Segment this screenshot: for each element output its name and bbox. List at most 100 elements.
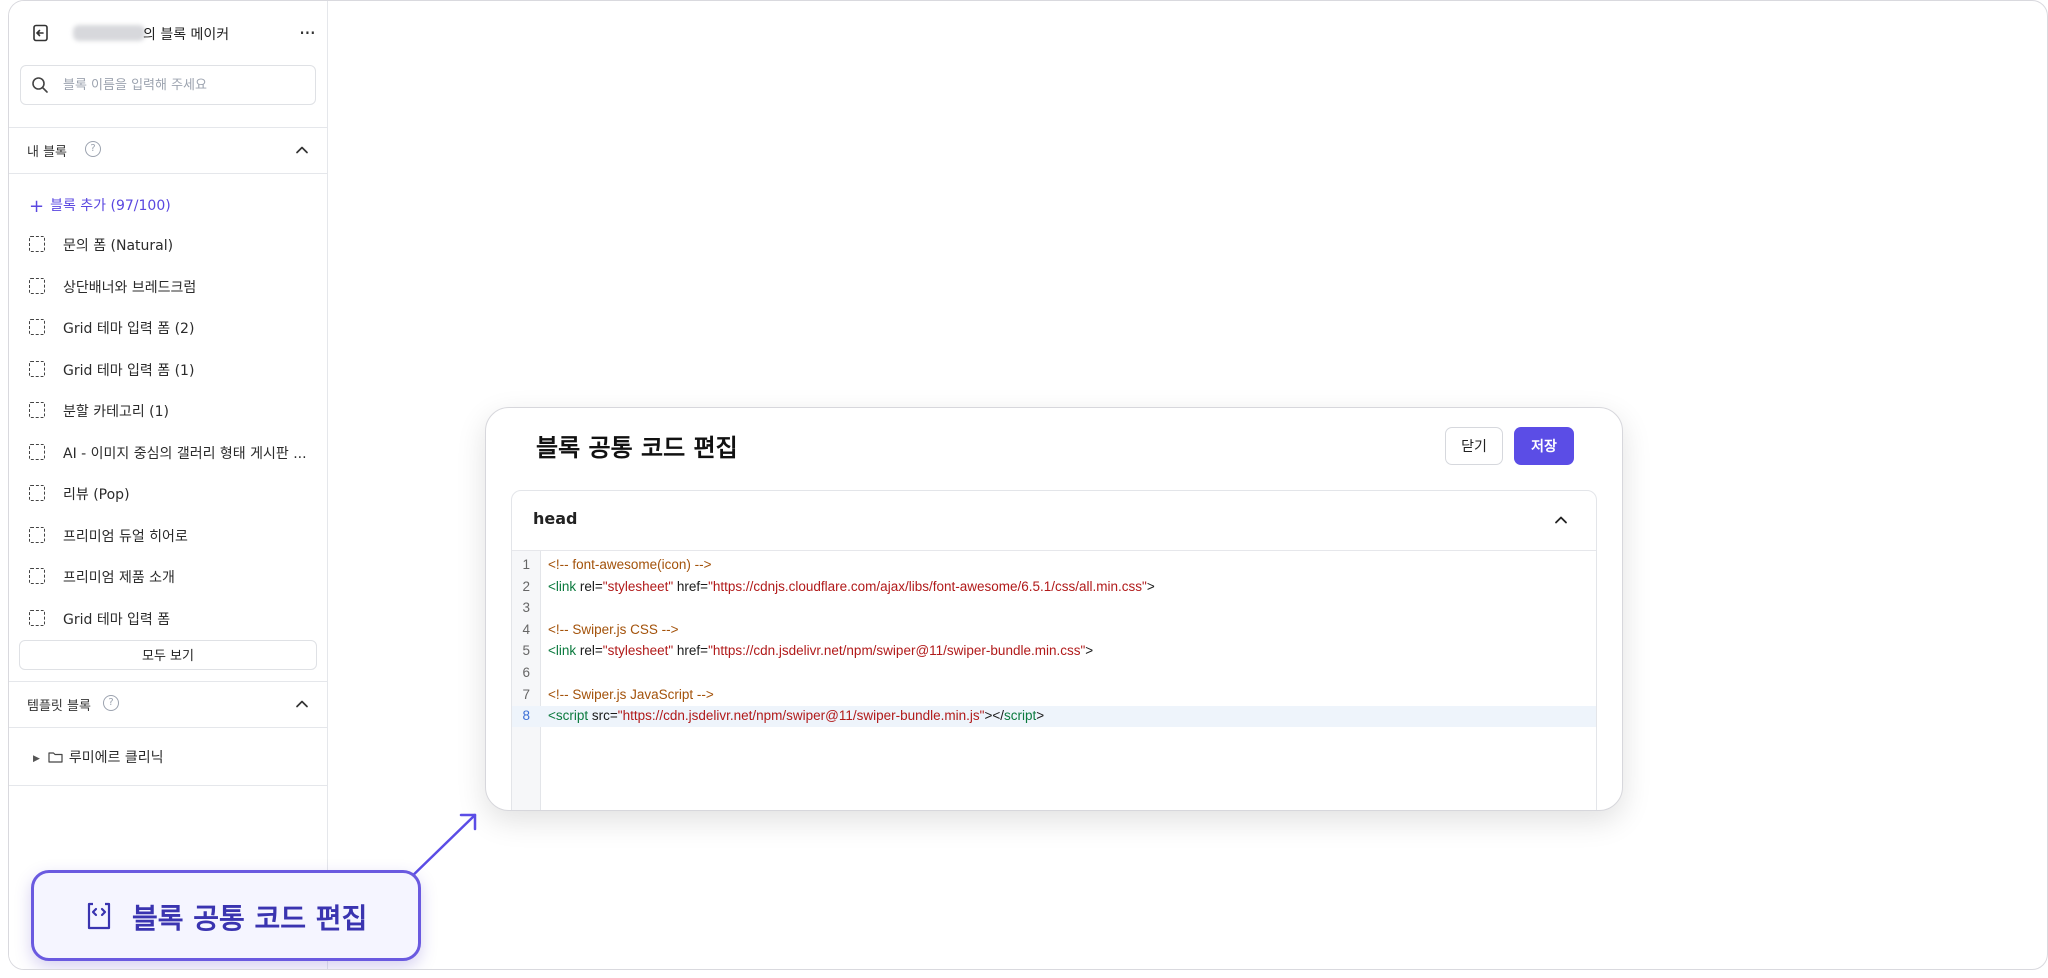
list-item[interactable]: 분할 카테고리 (1): [29, 395, 319, 437]
close-button[interactable]: 닫기: [1445, 427, 1503, 465]
code-text: <!-- Swiper.js CSS -->: [548, 622, 679, 637]
code-line[interactable]: 7 <!-- Swiper.js JavaScript -->: [512, 685, 1596, 706]
divider: [9, 785, 327, 786]
divider: [9, 127, 327, 128]
my-blocks-header[interactable]: 내 블록 ?: [27, 137, 317, 163]
block-frame-icon: [29, 236, 45, 252]
block-list: 문의 폼 (Natural) 상단배너와 브레드크럼 Grid 테마 입력 폼 …: [29, 229, 319, 644]
template-blocks-label: 템플릿 블록: [27, 699, 91, 714]
block-frame-icon: [29, 485, 45, 501]
more-options-icon[interactable]: ···: [299, 21, 316, 45]
line-number: 7: [522, 686, 530, 702]
exit-icon[interactable]: [31, 23, 51, 43]
folder-icon: [48, 752, 63, 763]
code-edit-icon: [87, 902, 111, 930]
code-token: rel=: [576, 643, 603, 659]
code-token: ></: [984, 708, 1005, 724]
code-token: "https://cdn.jsdelivr.net/npm/swiper@11/…: [708, 643, 1086, 659]
code-line[interactable]: 5 <link rel="stylesheet" href="https://cd…: [512, 641, 1596, 662]
divider: [9, 681, 327, 682]
block-frame-icon: [29, 526, 45, 543]
code-line[interactable]: 1 <!-- font-awesome(icon) -->: [512, 555, 1596, 576]
block-name: 리뷰 (Pop): [63, 487, 130, 503]
help-icon[interactable]: ?: [103, 695, 119, 711]
view-all-button[interactable]: 모두 보기: [19, 640, 317, 670]
block-search: [20, 65, 316, 105]
code-token: >: [1036, 708, 1045, 724]
list-item[interactable]: 프리미엄 듀얼 히어로: [29, 520, 319, 562]
add-block-button[interactable]: + 블록 추가 (97/100): [29, 195, 171, 217]
block-name: 문의 폼 (Natural): [63, 238, 174, 254]
line-number: 3: [522, 600, 530, 616]
list-item[interactable]: 문의 폼 (Natural): [29, 229, 319, 271]
block-name: Grid 테마 입력 폼 (1): [63, 362, 195, 379]
list-item[interactable]: Grid 테마 입력 폼: [29, 603, 319, 645]
list-item[interactable]: 리뷰 (Pop): [29, 478, 319, 520]
block-name: 프리미엄 듀얼 히어로: [63, 528, 188, 545]
list-item[interactable]: 프리미엄 제품 소개: [29, 561, 319, 603]
code-token: script: [1004, 708, 1037, 724]
block-frame-icon: [29, 319, 45, 335]
panel-label: head: [533, 509, 578, 528]
code-token: <!-- font-awesome(icon) -->: [548, 557, 712, 572]
block-name: AI - 이미지 중심의 갤러리 형태 게시판 ...: [63, 445, 307, 462]
chevron-up-icon[interactable]: [1552, 511, 1570, 529]
common-code-modal: 블록 공통 코드 편집 닫기 저장 head 1 <!-- font-awesom…: [485, 407, 1623, 811]
code-text: <script src="https://cdn.jsdelivr.net/np…: [548, 708, 1044, 723]
block-name: Grid 테마 입력 폼: [63, 611, 171, 628]
chevron-up-icon[interactable]: [293, 695, 311, 713]
block-frame-icon: [29, 568, 45, 584]
list-item[interactable]: 상단배너와 브레드크럼: [29, 271, 319, 313]
head-code-panel: head 1 <!-- font-awesome(icon) --> 2 <link …: [511, 490, 1597, 810]
caret-right-icon[interactable]: ▶: [33, 754, 40, 764]
block-frame-icon: [29, 402, 45, 418]
code-line[interactable]: 8 <script src="https://cdn.jsdelivr.net/n…: [512, 706, 1596, 728]
line-number: 8: [522, 708, 530, 724]
code-token: <!-- Swiper.js JavaScript -->: [548, 686, 714, 702]
divider: [9, 173, 327, 174]
list-item[interactable]: AI - 이미지 중심의 갤러리 형태 게시판 ...: [29, 437, 319, 479]
code-token: <script: [548, 708, 589, 724]
app-window: 의 블록 메이커 ··· 내 블록 ? + 블록 추가 (97/100) 문의 폼…: [8, 0, 2048, 970]
code-token: "stylesheet": [602, 578, 674, 594]
list-item[interactable]: Grid 테마 입력 폼 (1): [29, 354, 319, 396]
block-frame-icon: [29, 609, 45, 626]
save-button[interactable]: 저장: [1514, 427, 1574, 465]
help-icon[interactable]: ?: [85, 141, 101, 157]
code-line[interactable]: 3: [512, 598, 1596, 619]
block-frame-icon: [29, 277, 45, 294]
divider: [9, 727, 327, 728]
modal-title: 블록 공통 코드 편집: [536, 434, 738, 462]
line-number: 5: [522, 643, 530, 659]
code-token: >: [1085, 643, 1094, 659]
line-number: 1: [522, 557, 530, 572]
code-text: <!-- Swiper.js JavaScript -->: [548, 687, 714, 702]
template-blocks-header[interactable]: 템플릿 블록 ?: [27, 691, 317, 717]
panel-header[interactable]: head: [512, 491, 1596, 551]
chevron-up-icon[interactable]: [293, 141, 311, 159]
folder-item[interactable]: ▶ 루미에르 클리닉: [33, 747, 164, 767]
code-editor[interactable]: 1 <!-- font-awesome(icon) --> 2 <link rel="…: [512, 551, 1596, 810]
code-token: "https://cdn.jsdelivr.net/npm/swiper@11/…: [617, 708, 985, 724]
code-token: href=: [673, 578, 709, 594]
block-name: 프리미엄 제품 소개: [63, 570, 175, 586]
plus-icon: +: [29, 196, 45, 217]
block-frame-icon: [29, 443, 45, 460]
code-token: "stylesheet": [602, 643, 674, 659]
block-name: 상단배너와 브레드크럼: [63, 279, 197, 296]
search-input[interactable]: [61, 73, 305, 97]
code-token: <link: [548, 578, 577, 594]
code-token: <link: [548, 643, 577, 659]
code-token: >: [1146, 578, 1155, 594]
code-line[interactable]: 2 <link rel="stylesheet" href="https://cd…: [512, 577, 1596, 598]
line-number: 2: [522, 578, 530, 594]
code-token: <!-- Swiper.js CSS -->: [548, 621, 679, 637]
sidebar-header: 의 블록 메이커 ···: [25, 19, 316, 47]
code-line[interactable]: 4 <!-- Swiper.js CSS -->: [512, 620, 1596, 641]
code-text: <link rel="stylesheet" href="https://cdn…: [548, 579, 1155, 594]
line-number: 6: [522, 665, 530, 680]
code-token: src=: [588, 708, 618, 724]
code-line[interactable]: 6: [512, 663, 1596, 684]
list-item[interactable]: Grid 테마 입력 폼 (2): [29, 312, 319, 354]
callout-label: 블록 공통 코드 편집: [132, 902, 368, 935]
